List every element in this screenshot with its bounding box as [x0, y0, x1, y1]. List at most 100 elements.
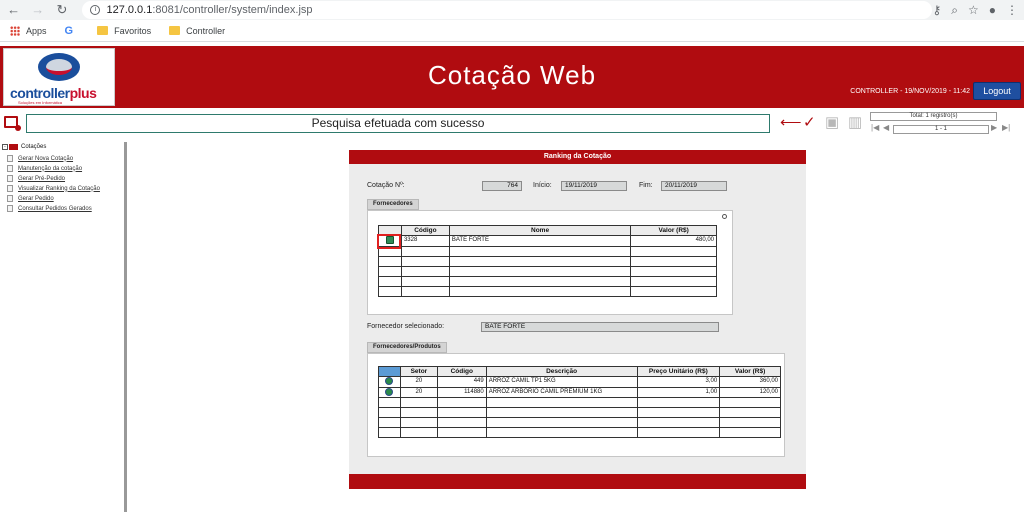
sidebar-scrollbar[interactable]: [124, 142, 127, 512]
search-folder-icon[interactable]: [4, 116, 21, 131]
inicio-field: 19/11/2019: [561, 181, 627, 191]
cell-preco-unitario: 3,00: [636, 376, 721, 388]
zoom-icon[interactable]: ⌕: [951, 3, 958, 18]
cell-valor: 480,00: [630, 235, 717, 247]
first-page-icon[interactable]: |◀: [871, 123, 879, 132]
app-header: controllerplus Soluções em Informática C…: [0, 46, 1024, 108]
cell-codigo: 449: [436, 376, 487, 388]
produtos-table: Setor Código Descrição Preço Unitário (R…: [378, 366, 781, 439]
sidebar: - Cotações Gerar Nova Cotação Manutenção…: [0, 142, 127, 514]
cell-valor: 360,00: [719, 376, 781, 388]
cell-descricao: ARROZ CAMIL TP1 5KG: [485, 376, 638, 388]
next-page-icon[interactable]: ▶: [991, 123, 997, 132]
cell-valor: 120,00: [719, 386, 781, 399]
column-nome[interactable]: Nome: [448, 225, 632, 236]
table-row: [378, 245, 717, 257]
info-icon[interactable]: i: [90, 5, 101, 15]
bookmark-controller[interactable]: Controller: [169, 26, 225, 36]
fim-field: 20/11/2019: [661, 181, 727, 191]
collapse-icon[interactable]: -: [2, 144, 8, 150]
inicio-label: Início:: [533, 182, 552, 189]
star-icon[interactable]: ☆: [968, 3, 979, 17]
save-icon[interactable]: ▣: [825, 115, 839, 131]
tree-root-cotacoes[interactable]: - Cotações: [2, 144, 46, 150]
logo-sub: Soluções em Informática: [18, 100, 63, 105]
browser-toolbar: ← → ↻ i 127.0.0.1:8081/controller/system…: [0, 0, 1024, 20]
product-icon[interactable]: [385, 387, 394, 396]
cell-preco-unitario: 1,00: [636, 386, 721, 399]
delete-icon[interactable]: ▥: [848, 115, 862, 131]
column-codigo[interactable]: Código: [400, 225, 450, 236]
key-icon[interactable]: ⚷: [932, 3, 941, 17]
bookmark-google[interactable]: G: [65, 25, 80, 37]
sidebar-item-gerar-nova-cotacao[interactable]: Gerar Nova Cotação: [7, 155, 73, 162]
prev-page-icon[interactable]: ◀: [883, 123, 889, 132]
back-icon[interactable]: ⟵: [780, 115, 802, 131]
document-icon: [7, 165, 13, 172]
table-row: [378, 427, 781, 439]
sidebar-item-gerar-pedido[interactable]: Gerar Pedido: [7, 195, 54, 202]
fornecedor-selecionado-label: Fornecedor selecionado:: [367, 323, 445, 330]
settings-icon[interactable]: [722, 214, 727, 219]
page-indicator: 1 - 1: [893, 125, 989, 134]
tab-fornecedores[interactable]: Fornecedores: [367, 199, 419, 210]
table-row: [378, 285, 717, 297]
panel-footer: [349, 474, 806, 489]
tab-fornecedores-produtos[interactable]: Fornecedores/Produtos: [367, 342, 447, 353]
document-icon: [7, 195, 13, 202]
cell-setor: 20: [399, 376, 438, 388]
total-records: Total: 1 registro(s): [870, 112, 997, 121]
forward-arrow-icon[interactable]: →: [30, 2, 45, 18]
column-descricao[interactable]: Descrição: [485, 366, 638, 377]
table-row: [378, 417, 781, 429]
logout-button[interactable]: Logout: [973, 82, 1021, 100]
fim-label: Fim:: [639, 182, 653, 189]
table-header-row: Código Nome Valor (R$): [378, 225, 717, 236]
folder-icon: [9, 144, 18, 150]
product-icon[interactable]: [385, 377, 394, 385]
cell-codigo: 114880: [436, 386, 487, 399]
table-row[interactable]: 20 114880 ARROZ ARBORIO CAMIL PREMIUM 1K…: [378, 386, 781, 399]
document-icon: [7, 185, 13, 192]
table-row: [378, 255, 717, 267]
profile-icon[interactable]: ●: [989, 3, 996, 17]
last-page-icon[interactable]: ▶|: [1002, 123, 1010, 132]
document-icon: [7, 155, 13, 162]
table-row[interactable]: 20 449 ARROZ CAMIL TP1 5KG 3,00 360,00: [378, 376, 781, 388]
column-setor[interactable]: Setor: [399, 366, 438, 377]
cotacao-field: 764: [482, 181, 522, 191]
cell-descricao: ARROZ ARBORIO CAMIL PREMIUM 1KG: [485, 386, 638, 399]
sidebar-item-manutencao[interactable]: Manutenção da cotação: [7, 165, 82, 172]
folder-icon: [169, 26, 181, 35]
column-preco-unitario[interactable]: Preço Unitário (R$): [636, 366, 721, 377]
menu-icon[interactable]: ⋮: [1006, 3, 1018, 17]
url-path: :8081/controller/system/index.jsp: [152, 4, 313, 16]
sidebar-item-consultar-pedidos[interactable]: Consultar Pedidos Gerados: [7, 205, 92, 212]
sidebar-item-ranking[interactable]: Visualizar Ranking da Cotação: [7, 185, 100, 192]
bookmark-apps[interactable]: Apps: [10, 25, 47, 36]
reload-icon[interactable]: ↻: [54, 2, 69, 18]
status-message: Pesquisa efetuada com sucesso: [26, 114, 770, 133]
user-info: CONTROLLER - 19/NOV/2019 - 11:42: [850, 88, 970, 95]
table-row: [378, 275, 717, 287]
cell-nome: BATE FORTE: [448, 235, 632, 247]
column-valor[interactable]: Valor (R$): [719, 366, 781, 377]
table-row: [378, 397, 781, 409]
sidebar-item-pre-pedido[interactable]: Gerar Pré-Pedido: [7, 175, 65, 182]
back-arrow-icon[interactable]: ←: [6, 2, 21, 18]
column-select: [378, 366, 401, 377]
fornecedor-selecionado-field: BATE FORTE: [481, 322, 719, 332]
column-codigo[interactable]: Código: [436, 366, 487, 377]
table-row[interactable]: 3328 BATE FORTE 480,00: [378, 235, 717, 247]
check-icon[interactable]: ✓: [803, 115, 816, 131]
bookmark-favoritos[interactable]: Favoritos: [97, 26, 151, 36]
table-row: [378, 265, 717, 277]
row-action-cell[interactable]: [378, 376, 401, 388]
document-icon: [7, 175, 13, 182]
panel-title: Ranking da Cotação: [349, 150, 806, 164]
table-header-row: Setor Código Descrição Preço Unitário (R…: [378, 366, 781, 377]
address-bar[interactable]: i 127.0.0.1:8081/controller/system/index…: [82, 1, 933, 19]
column-valor[interactable]: Valor (R$): [630, 225, 717, 236]
row-action-cell[interactable]: [378, 386, 401, 399]
fornecedores-table: Código Nome Valor (R$) 3328 BATE FORTE 4…: [378, 225, 717, 297]
